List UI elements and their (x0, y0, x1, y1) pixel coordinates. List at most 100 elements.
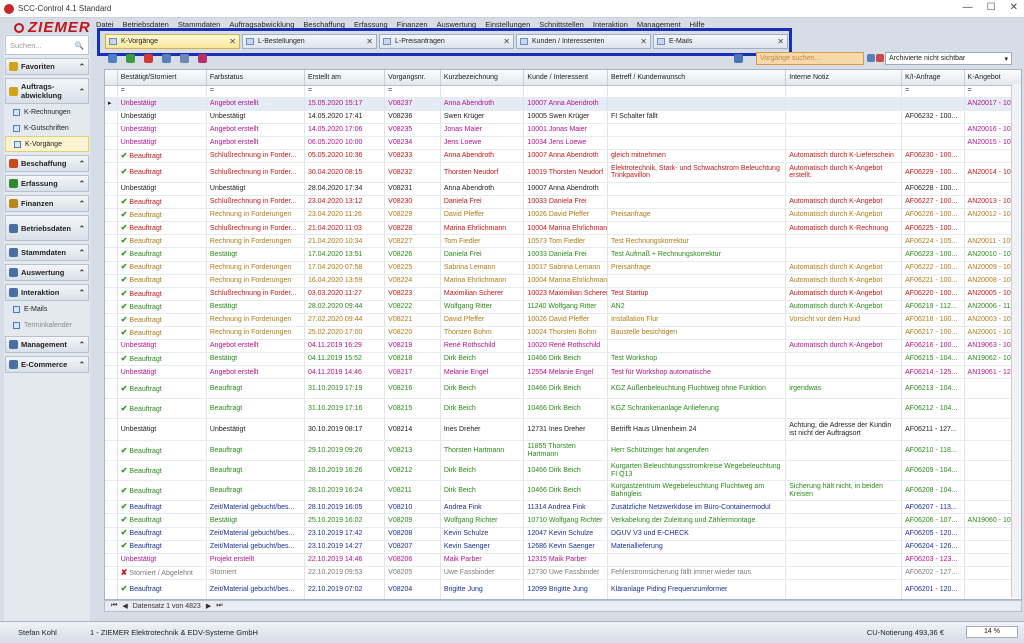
column-header-internenotiz[interactable]: Interne Notiz (785, 70, 903, 86)
prev-record-icon[interactable]: ◀ (122, 602, 127, 610)
table-row[interactable]: ✔ Beauftragt Bestätigt 28.02.2020 09:44 V08… (105, 300, 1021, 314)
sidebar-group-auftragsabwicklung[interactable]: Auftrags-abwicklung ⌃ (5, 78, 89, 104)
row-indicator (105, 540, 118, 554)
table-row[interactable]: ✔ Beauftragt Beauftragt 28.10.2019 16:24 V0… (105, 480, 1021, 502)
sidebar-group-beschaffung[interactable]: Beschaffung ⌃ (5, 155, 89, 172)
new-icon[interactable] (108, 54, 117, 63)
table-row[interactable]: ✔ Beauftragt Rechnung in Forderungen 17.04… (105, 261, 1021, 275)
column-header-kangebot[interactable]: K-Angebot (964, 70, 1021, 86)
sidebar-group-auswertung[interactable]: Auswertung ⌃ (5, 264, 89, 281)
tools-icon[interactable] (734, 54, 743, 63)
maximize-icon[interactable]: ☐ (987, 2, 996, 13)
table-row[interactable]: ✘ Storniert / Abgelehnt Storniert 22.10.20… (105, 566, 1021, 580)
binoculars-icon[interactable] (867, 54, 875, 62)
sidebar-item-krechnungen[interactable]: K-Rechnungen (5, 104, 89, 120)
sidebar-group-favoriten[interactable]: Favoriten ⌃ (5, 58, 89, 75)
cell-betreffkundenwunsch (607, 123, 787, 137)
column-header-besttigtstorniert[interactable]: Bestätigt/Storniert (117, 70, 207, 86)
refresh-icon[interactable] (162, 54, 171, 63)
table-row[interactable]: Unbestätigt Angebot erstellt 14.05.2020 17… (105, 123, 1021, 137)
add-icon[interactable] (126, 54, 135, 63)
sidebar-group-management[interactable]: Management ⌃ (5, 336, 89, 353)
column-header-erstelltam[interactable]: Erstellt am (304, 70, 386, 86)
archive-icon[interactable] (198, 54, 207, 63)
column-header-vorgangsnr[interactable]: Vorgangsnr. (384, 70, 441, 86)
sidebar-item-kgutschriften[interactable]: K-Gutschriften (5, 120, 89, 136)
table-row[interactable]: ✔ Beauftragt Bestätigt 25.10.2019 16:02 V08… (105, 513, 1021, 528)
table-row[interactable]: ✔ Beauftragt Rechnung in Forderungen 16.04… (105, 274, 1021, 288)
cell-betreffkundenwunsch: Herr Schützinger hat angerufen (607, 440, 787, 462)
table-row[interactable]: ✔ Beauftragt Schlußrechnung in Forder... 2… (105, 221, 1021, 236)
minimize-icon[interactable]: — (963, 2, 973, 13)
filter-cell[interactable] (785, 85, 903, 98)
table-row[interactable]: ✔ Beauftragt Zeit/Material gebucht/bes...… (105, 579, 1021, 599)
column-header-kianfrage[interactable]: K/I-Anfrage (901, 70, 965, 86)
table-row[interactable]: ✔ Beauftragt Schlußrechnung in Forder... 0… (105, 149, 1021, 163)
sidebar-group-interaktion[interactable]: Interaktion ⌃ (5, 284, 89, 301)
table-row[interactable]: Unbestätigt Unbestätigt 14.05.2020 17:41 V0… (105, 110, 1021, 124)
table-row[interactable]: Unbestätigt Unbestätigt 30.10.2019 08:17 V0… (105, 418, 1021, 442)
table-row[interactable]: ✔ Beauftragt Zeit/Material gebucht/bes...… (105, 527, 1021, 541)
status-cell: ✔ Beauftragt (117, 527, 207, 541)
vertical-scrollbar[interactable] (1011, 84, 1021, 598)
sidebar-group-stammdaten[interactable]: Stammdaten ⌃ (5, 244, 89, 261)
filter-cell[interactable]: = (117, 85, 207, 98)
vorgaenge-search-input[interactable]: Vorgänge suchen... (756, 52, 864, 65)
next-record-icon[interactable]: ▶ (206, 602, 211, 610)
table-row[interactable]: Unbestätigt Angebot erstellt 04.11.2019 16… (105, 339, 1021, 354)
table-row[interactable]: ✔ Beauftragt Bestätigt 17.04.2020 13:51 V08… (105, 247, 1021, 262)
filter-cell[interactable]: = (384, 85, 441, 98)
last-record-icon[interactable]: ⏭ (216, 602, 222, 610)
table-row[interactable]: Unbestätigt Angebot erstellt 06.05.2020 10… (105, 136, 1021, 150)
filter-cell[interactable]: = (304, 85, 386, 98)
table-row[interactable]: Unbestätigt Projekt erstellt 22.10.2019 14… (105, 553, 1021, 567)
column-header-betreffkundenwunsch[interactable]: Betreff / Kundenwunsch (607, 70, 787, 86)
filter-cell[interactable] (523, 85, 608, 98)
sidebar-group-ecommerce[interactable]: E-Commerce ⌃ (5, 356, 89, 373)
table-row[interactable]: ▸ Unbestätigt Angebot erstellt 15.05.2020 1… (105, 97, 1021, 111)
print-icon[interactable] (180, 54, 189, 63)
table-row[interactable]: ✔ Beauftragt Bestätigt 04.11.2019 15:52 V08… (105, 352, 1021, 367)
table-row[interactable]: ✔ Beauftragt Schlußrechnung in Forder... 3… (105, 162, 1021, 183)
table-row[interactable]: ✔ Beauftragt Rechnung in Forderungen 21.04… (105, 234, 1021, 249)
cell-betreffkundenwunsch (607, 182, 787, 197)
sidebar-group-finanzen[interactable]: Finanzen ⌃ (5, 195, 89, 212)
close-icon[interactable]: ✕ (1010, 2, 1018, 13)
sidebar-search-input[interactable]: Suchen... 🔍 (5, 35, 89, 55)
status-label: Beauftragt (129, 290, 162, 298)
first-record-icon[interactable]: ⏮ (111, 602, 117, 610)
table-row[interactable]: ✔ Beauftragt Zeit/Material gebucht/bes...… (105, 500, 1021, 515)
column-header-kundeinteressent[interactable]: Kunde / Interessent (523, 70, 608, 86)
status-user[interactable]: Stefan Kohl (18, 628, 57, 637)
chevron-icon: ⌃ (78, 199, 85, 208)
filter-cell[interactable]: = (206, 85, 305, 98)
table-row[interactable]: ✔ Beauftragt Beauftragt 31.10.2019 17:16 V0… (105, 398, 1021, 420)
table-row[interactable]: ✔ Beauftragt Zeit/Material gebucht/bes...… (105, 540, 1021, 554)
table-row[interactable]: ✔ Beauftragt Rechnung in Forderungen 25.02… (105, 326, 1021, 341)
archive-filter-select[interactable]: Archivierte nicht sichtbar ▾ (885, 52, 1012, 65)
sidebar-group-erfassung[interactable]: Erfassung ⌃ (5, 175, 89, 192)
table-row[interactable]: ✔ Beauftragt Rechnung in Forderungen 27.02… (105, 313, 1021, 328)
sidebar-item-emails[interactable]: E-Mails (5, 301, 89, 317)
table-row[interactable]: ✔ Beauftragt Beauftragt 28.10.2019 16:26 V0… (105, 460, 1021, 482)
table-row[interactable]: ✔ Beauftragt Schlußrechnung in Forder... 0… (105, 287, 1021, 301)
table-row[interactable]: ✔ Beauftragt Beauftragt 29.10.2019 09:26 V0… (105, 440, 1021, 462)
filter-cell[interactable]: = (901, 85, 965, 98)
row-indicator (105, 418, 118, 442)
filter-cell[interactable] (607, 85, 787, 98)
table-row[interactable]: Unbestätigt Unbestätigt 28.04.2020 17:34 V0… (105, 182, 1021, 197)
sidebar-item-terminkalender[interactable]: Terminkalender (5, 317, 89, 333)
table-row[interactable]: ✔ Beauftragt Schlußrechnung in Forder... 2… (105, 195, 1021, 210)
cell-betreffkundenwunsch: AN2 (607, 300, 787, 314)
table-row[interactable]: ✔ Beauftragt Rechnung in Forderungen 23.04… (105, 208, 1021, 223)
filter-cell[interactable] (440, 85, 525, 98)
sidebar-item-kvorgnge[interactable]: K-Vorgänge (5, 136, 89, 152)
clear-search-icon[interactable] (876, 54, 884, 62)
column-header-kurzbezeichnung[interactable]: Kurzbezeichnung (440, 70, 525, 86)
table-row[interactable]: Unbestätigt Angebot erstellt 04.11.2019 14… (105, 365, 1021, 380)
cell-betreffkundenwunsch: Betrifft Haus Ulmenheim 24 (607, 418, 787, 442)
table-row[interactable]: ✔ Beauftragt Beauftragt 31.10.2019 17:19 V0… (105, 378, 1021, 400)
delete-icon[interactable] (144, 54, 153, 63)
sidebar-group-betriebsdaten[interactable]: Betriebsdaten ⌃ (5, 215, 89, 241)
column-header-farbstatus[interactable]: Farbstatus (206, 70, 305, 86)
